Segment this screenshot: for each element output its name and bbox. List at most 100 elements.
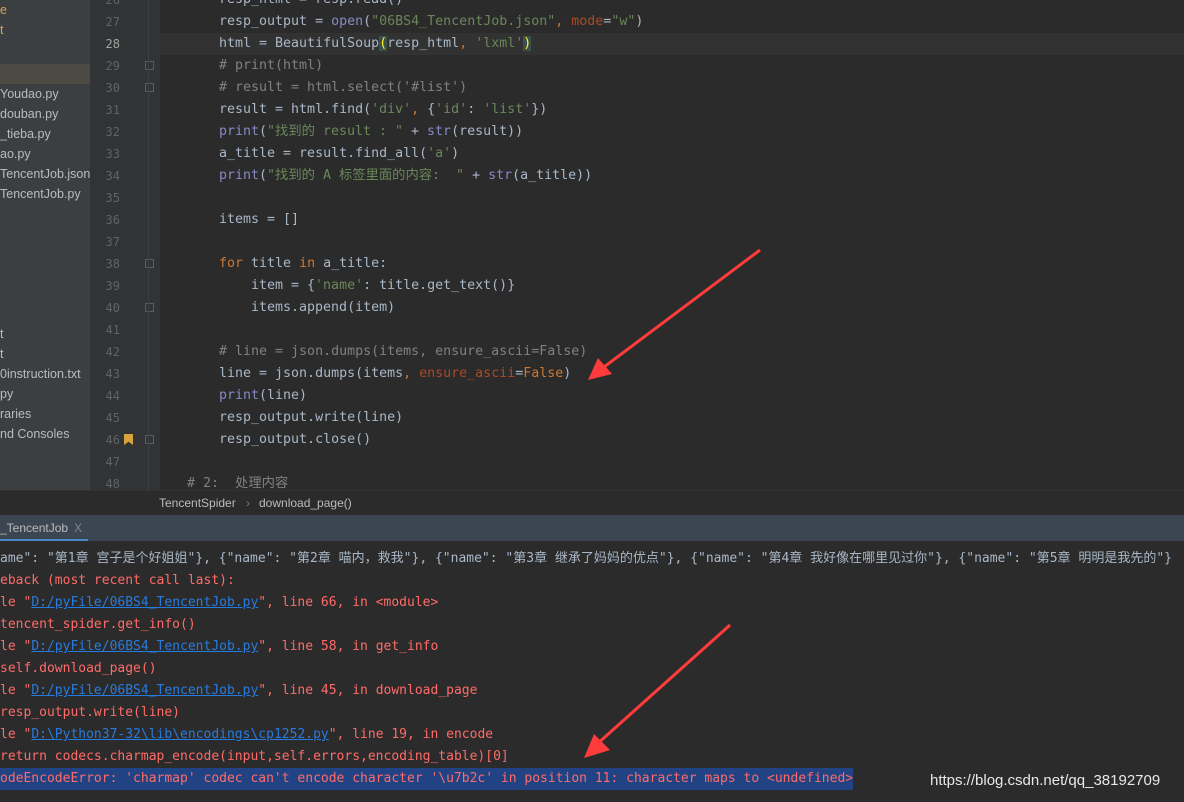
project-tree-item[interactable]: TencentJob.json [0,164,90,184]
breadcrumb-class[interactable]: TencentSpider [159,496,236,510]
code-token: a_title = result.find_all( [219,146,428,161]
code-token: ) [635,14,644,29]
code-token: a_title: [323,256,388,271]
code-line: items = [] [219,209,299,231]
breadcrumb: TencentSpider › download_page() [0,490,1184,515]
bookmark-icon[interactable] [124,434,133,445]
console-text: eback (most recent call last): [0,573,235,588]
gutter-divider [148,0,149,490]
code-token: # result = html.select('#list') [219,80,468,95]
project-tree-item[interactable]: t [0,20,90,40]
code-token: line = json.dumps(items [219,366,404,381]
project-tree-item[interactable]: e [0,0,90,20]
console-text: ", line 45, in download_page [258,683,478,698]
file-link[interactable]: D:/pyFile/06BS4_TencentJob.py [31,683,258,698]
line-number: 44 [105,389,120,403]
console-text: le " [0,683,32,698]
code-token: # line = json.dumps(items, ensure_ascii=… [219,344,588,359]
code-token: print [219,388,260,403]
line-number: 40 [105,301,120,315]
console-text: le " [0,727,32,742]
selected-row [0,64,90,84]
code-line: item = {'name': title.get_text()} [251,275,515,297]
project-tree-item[interactable]: py [0,384,90,404]
code-token: (result)) [451,124,524,139]
code-token: + [464,168,489,183]
run-console[interactable]: ame": "第1章 宫子是个好姐姐"}, {"name": "第2章 喵内，救… [0,541,1184,802]
code-token: 'id' [435,102,468,117]
fold-icon[interactable] [145,83,154,92]
code-token: "06BS4_TencentJob.json" [371,14,556,29]
code-token: ) [523,36,532,51]
fold-icon[interactable] [145,303,154,312]
project-tree-item[interactable]: ao.py [0,144,90,164]
line-number: 27 [105,15,120,29]
code-token: (line) [259,388,308,403]
line-number: 46 [105,433,120,447]
project-tree-item[interactable]: douban.py [0,104,90,124]
code-token: 'div' [371,102,412,117]
breadcrumb-method[interactable]: download_page() [259,496,352,510]
file-link[interactable]: D:/pyFile/06BS4_TencentJob.py [31,639,258,654]
console-text: ", line 66, in <module> [258,595,439,610]
project-tree-item[interactable]: Youdao.py [0,84,90,104]
code-line: html = BeautifulSoup(resp_html, 'lxml') [219,33,532,55]
code-token: , [411,102,428,117]
code-editor[interactable]: resp_html = resp.read() resp_output = ope… [160,0,1184,490]
run-tab[interactable]: _TencentJob X [0,515,89,541]
code-token: + [403,124,428,139]
code-line: print("找到的 result : " + str(result)) [219,121,523,143]
fold-icon[interactable] [145,61,154,70]
line-number: 32 [105,125,120,139]
line-number: 30 [105,81,120,95]
editor-gutter: 26 27 28 29 30 31 32 33 34 35 36 37 38 39 40 41 42 43 44 45… [90,0,160,491]
project-tree-item[interactable]: nd Consoles [0,424,90,444]
code-token: ensure_ascii [419,366,516,381]
project-tree-item[interactable]: raries [0,404,90,424]
run-tool-window-tabs: _TencentJob X [0,515,1184,541]
code-token: "w" [611,14,636,29]
code-token: str [427,124,452,139]
code-token: title [251,256,300,271]
project-tree-item[interactable]: 0instruction.txt [0,364,90,384]
line-number: 38 [105,257,120,271]
code-token: : [467,102,484,117]
code-line: for title in a_title: [219,253,387,275]
fold-icon[interactable] [145,435,154,444]
fold-icon[interactable] [145,259,154,268]
code-token: , [459,36,476,51]
project-tree-item[interactable]: t [0,344,90,364]
line-number: 41 [105,323,120,337]
code-line: # 2: 处理内容 [187,473,288,490]
code-token: False [523,366,564,381]
console-text: le " [0,639,32,654]
project-tree-item[interactable]: TencentJob.py [0,184,90,204]
console-line: ame": "第1章 宫子是个好姐姐"}, {"name": "第2章 喵内，救… [0,548,1172,570]
project-tree-item[interactable]: _tieba.py [0,124,90,144]
console-line: le "D:\Python37-32\lib\encodings\cp1252.… [0,724,493,746]
code-token: , [403,366,420,381]
console-line: eback (most recent call last): [0,570,235,592]
console-line: self.download_page() [0,658,157,680]
line-number: 33 [105,147,120,161]
console-text: return codecs.charmap_encode(input,self.… [0,749,509,764]
file-link[interactable]: D:/pyFile/06BS4_TencentJob.py [31,595,258,610]
code-token: ) [451,146,460,161]
code-token: str [488,168,513,183]
code-token: items.append(item) [251,300,396,315]
console-line: return codecs.charmap_encode(input,self.… [0,746,509,768]
code-token: print [219,124,260,139]
code-line: # line = json.dumps(items, ensure_ascii=… [219,341,587,363]
code-line: # result = html.select('#list') [219,77,467,99]
code-line: a_title = result.find_all('a') [219,143,459,165]
close-icon[interactable]: X [74,521,82,535]
code-token: resp_html [387,36,460,51]
line-number: 36 [105,213,120,227]
line-number: 39 [105,279,120,293]
console-line: resp_output.write(line) [0,702,180,724]
file-link[interactable]: D:\Python37-32\lib\encodings\cp1252.py [31,727,328,742]
code-token: resp_output = [219,14,332,29]
project-tree-item[interactable]: t [0,324,90,344]
code-line: print("找到的 A 标签里面的内容: " + str(a_title)) [219,165,592,187]
console-text: ", line 19, in encode [328,727,494,742]
